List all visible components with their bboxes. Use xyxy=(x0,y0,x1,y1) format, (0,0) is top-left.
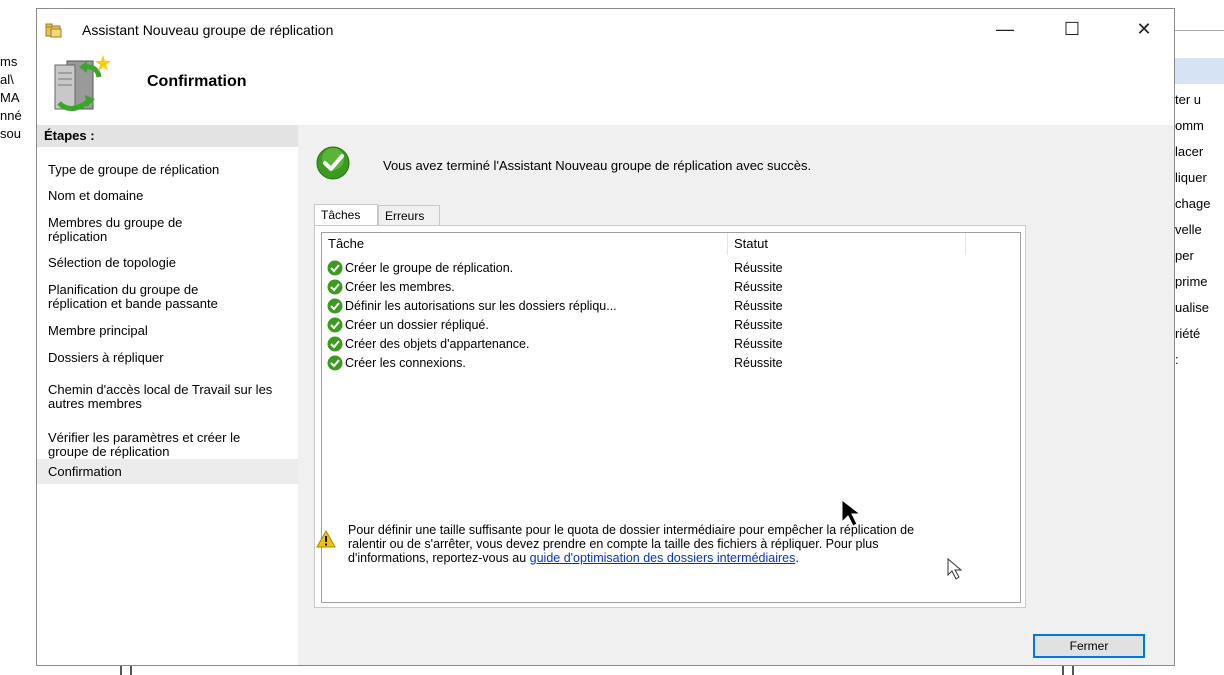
step-item[interactable]: Membres du groupe de réplication xyxy=(48,216,238,244)
bg-left-line: ms xyxy=(0,54,18,69)
close-window-button[interactable]: ✕ xyxy=(1121,13,1167,45)
table-row[interactable]: Définir les autorisations sur les dossie… xyxy=(322,297,1020,316)
maximize-button[interactable]: ☐ xyxy=(1049,13,1095,45)
step-item[interactable]: Nom et domaine xyxy=(48,189,293,203)
steps-heading: Étapes : xyxy=(37,125,298,147)
bg-right-line: ter u xyxy=(1175,92,1202,107)
bg-left-line: nné xyxy=(0,108,22,123)
close-button[interactable]: Fermer xyxy=(1033,634,1145,658)
maximize-icon: ☐ xyxy=(1063,18,1081,39)
bg-right-line: omm xyxy=(1175,118,1204,133)
bg-right-line: prime xyxy=(1175,274,1208,289)
page-title: Confirmation xyxy=(147,73,247,90)
tab-erreurs[interactable]: Erreurs xyxy=(378,205,440,225)
step-item[interactable]: Sélection de topologie xyxy=(48,256,293,270)
step-item[interactable]: Planification du groupe de réplication e… xyxy=(48,283,258,311)
minimize-button[interactable]: — xyxy=(982,13,1028,45)
task-status: Réussite xyxy=(734,299,783,313)
minimize-icon: — xyxy=(996,18,1014,39)
warning-end: . xyxy=(795,551,799,565)
wizard-dialog: Assistant Nouveau groupe de réplication … xyxy=(36,8,1175,666)
wizard-content: Vous avez terminé l'Assistant Nouveau gr… xyxy=(298,125,1174,665)
column-header-status[interactable]: Statut xyxy=(728,233,966,255)
success-check-icon xyxy=(327,317,343,333)
title-bar[interactable]: Assistant Nouveau groupe de réplication … xyxy=(37,9,1174,49)
task-status: Réussite xyxy=(734,337,783,351)
step-item[interactable]: Dossiers à répliquer xyxy=(48,351,293,365)
steps-sidebar: Étapes : Type de groupe de réplication N… xyxy=(37,125,298,665)
task-name: Créer des objets d'appartenance. xyxy=(345,337,530,351)
bg-right-line: liquer xyxy=(1175,170,1207,185)
bg-right-line: : xyxy=(1175,352,1179,367)
mouse-cursor-icon xyxy=(947,557,963,580)
mouse-cursor-icon xyxy=(841,498,862,527)
tab-taches[interactable]: Tâches xyxy=(314,204,378,226)
table-row[interactable]: Créer les membres. Réussite xyxy=(322,278,1020,297)
step-item-confirmation[interactable]: Confirmation xyxy=(48,465,293,479)
success-check-icon xyxy=(316,146,350,180)
column-header-task[interactable]: Tâche xyxy=(322,233,728,255)
task-name: Créer un dossier répliqué. xyxy=(345,318,489,332)
wizard-header: Confirmation xyxy=(37,49,1174,125)
bg-right-line: ualise xyxy=(1175,300,1209,315)
bg-right-line: lacer xyxy=(1175,144,1204,159)
bg-left-line: al\ xyxy=(0,72,14,87)
warning-message: Pour définir une taille suffisante pour … xyxy=(348,523,928,565)
close-icon: ✕ xyxy=(1136,18,1152,39)
task-name: Créer les connexions. xyxy=(345,356,466,370)
task-status: Réussite xyxy=(734,356,783,370)
task-status: Réussite xyxy=(734,280,783,294)
bg-left-line: sou xyxy=(0,126,21,141)
bg-right-line: riété xyxy=(1175,326,1201,341)
bg-left-line: MA xyxy=(0,90,20,105)
task-name: Créer le groupe de réplication. xyxy=(345,261,514,275)
replication-group-icon xyxy=(45,23,62,38)
success-check-icon xyxy=(327,298,343,314)
server-replication-icon xyxy=(54,55,111,111)
task-status: Réussite xyxy=(734,261,783,275)
optimization-guide-link[interactable]: guide d'optimisation des dossiers interm… xyxy=(530,551,796,565)
step-item[interactable]: Vérifier les paramètres et créer le grou… xyxy=(48,431,283,459)
success-check-icon xyxy=(327,355,343,371)
task-name: Définir les autorisations sur les dossie… xyxy=(345,299,617,313)
step-item[interactable]: Type de groupe de réplication xyxy=(48,163,293,177)
success-message: Vous avez terminé l'Assistant Nouveau gr… xyxy=(383,158,812,173)
bg-right-line: chage xyxy=(1175,196,1211,211)
success-check-icon xyxy=(327,336,343,352)
warning-icon xyxy=(316,530,336,548)
success-check-icon xyxy=(327,260,343,276)
task-name: Créer les membres. xyxy=(345,280,455,294)
window-title: Assistant Nouveau groupe de réplication xyxy=(82,22,334,38)
table-row[interactable]: Créer un dossier répliqué. Réussite xyxy=(322,316,1020,335)
task-status: Réussite xyxy=(734,318,783,332)
background-window-left: ms al\ MA nné sou xyxy=(0,0,36,675)
success-check-icon xyxy=(327,279,343,295)
bg-right-line: velle xyxy=(1175,222,1202,237)
table-row[interactable]: Créer des objets d'appartenance. Réussit… xyxy=(322,335,1020,354)
table-row[interactable]: Créer les connexions. Réussite xyxy=(322,354,1020,373)
table-row[interactable]: Créer le groupe de réplication. Réussite xyxy=(322,259,1020,278)
step-item[interactable]: Chemin d'accès local de Travail sur les … xyxy=(48,383,283,411)
background-window-right: ter u omm lacer liquer chage velle per p… xyxy=(1175,0,1224,675)
step-item[interactable]: Membre principal xyxy=(48,324,293,338)
bg-right-line: per xyxy=(1175,248,1194,263)
